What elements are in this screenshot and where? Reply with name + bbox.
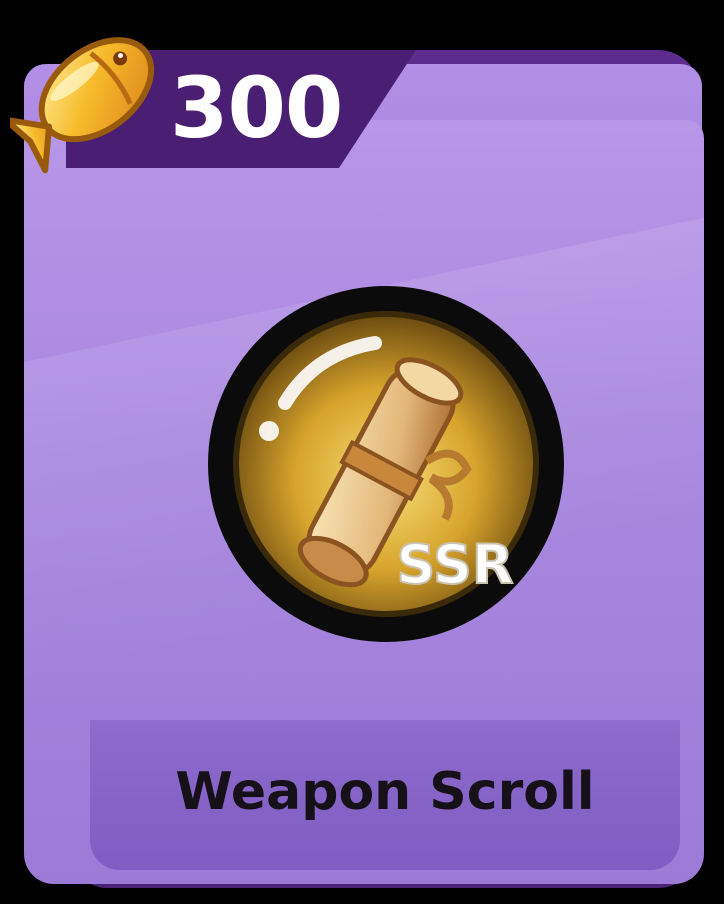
price-value: 300	[170, 59, 343, 157]
item-name: Weapon Scroll	[175, 762, 595, 822]
golden-fish-icon	[10, 37, 155, 174]
shop-item-card-screen: 300 SSR Weapon Scroll	[0, 0, 724, 904]
ssr-scroll-icon: SSR	[208, 286, 564, 642]
ssr-badge-text: SSR	[397, 533, 514, 596]
